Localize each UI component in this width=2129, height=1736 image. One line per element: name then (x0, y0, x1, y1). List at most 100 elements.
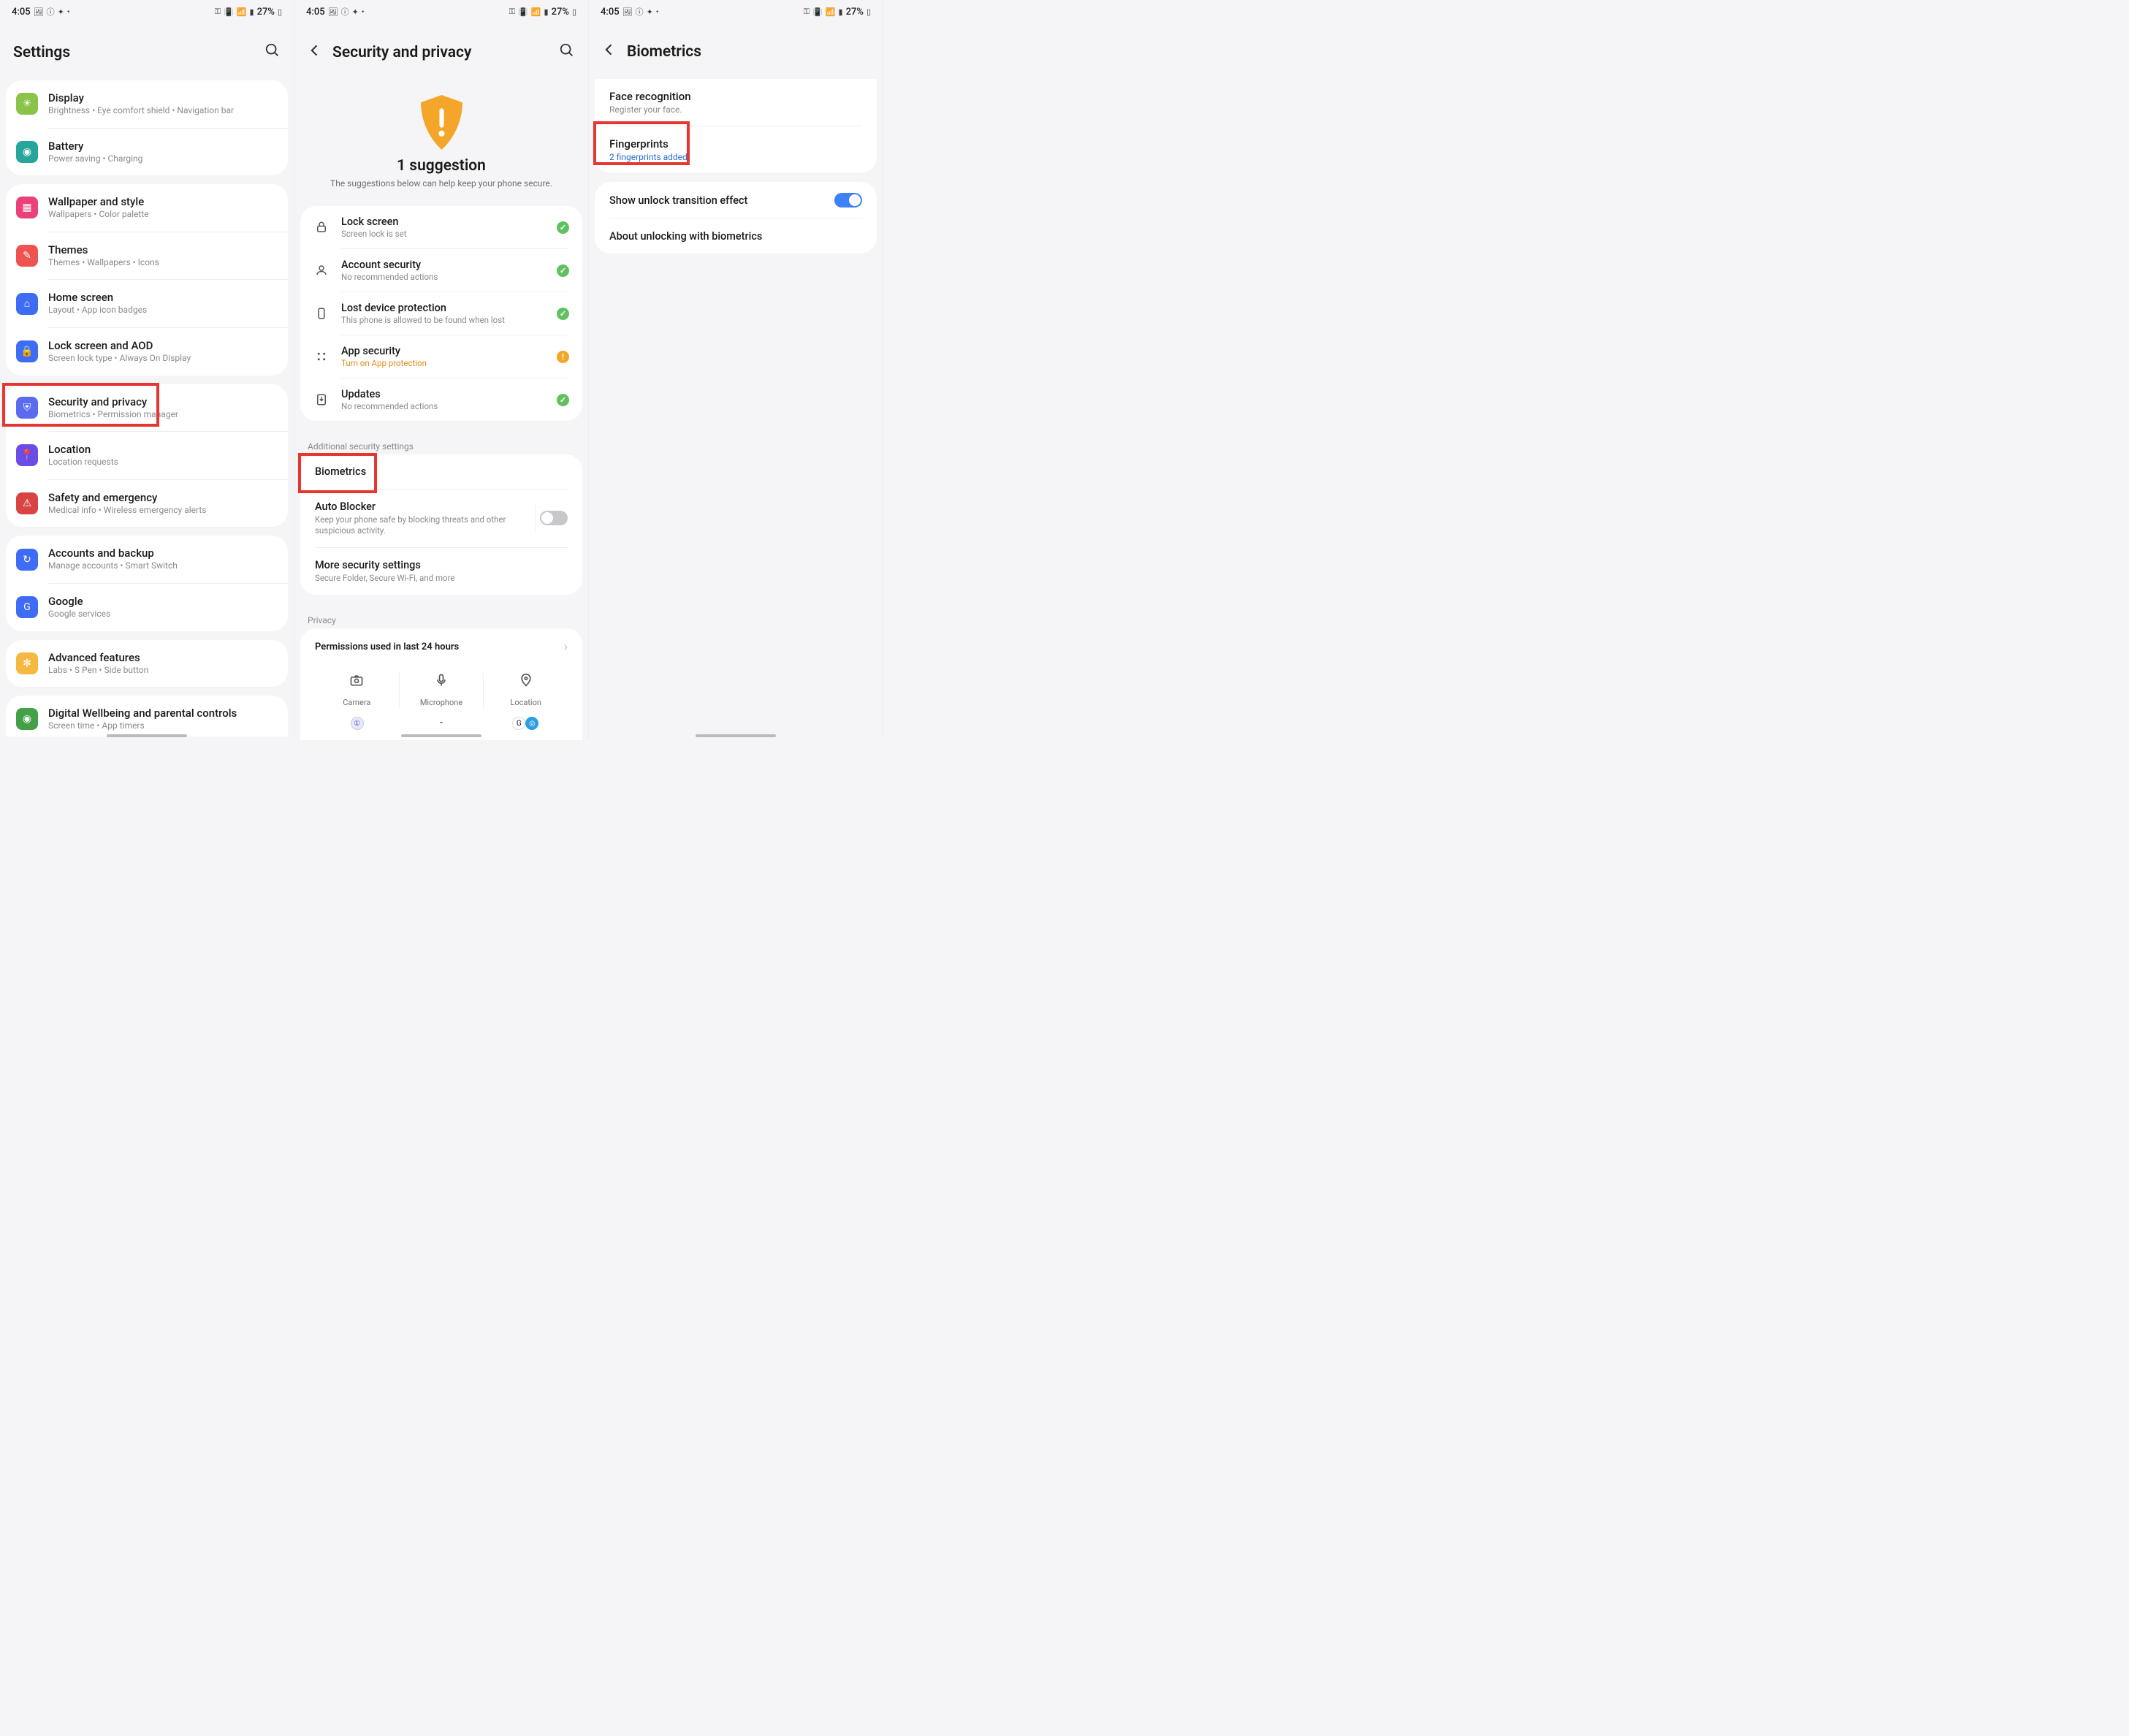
row-security-privacy[interactable]: ⛨ Security and privacyBiometrics • Permi… (6, 384, 288, 432)
screen-settings: 4:05 🖼 ⓘ ✦ • ⚿ 📳 📶 ▮ 27% ▯ Settings ☀ Di… (0, 0, 294, 740)
microphone-icon (400, 673, 484, 691)
additional-label: Additional security settings (294, 430, 588, 454)
status-bar: 4:05 🖼 ⓘ ✦ • ⚿ 📳 📶 ▮ 27% ▯ (294, 0, 588, 20)
emergency-icon: ⚠ (16, 492, 38, 514)
privacy-card: Permissions used in last 24 hours › Came… (300, 628, 582, 741)
gesture-bar[interactable] (107, 734, 187, 737)
search-icon[interactable] (264, 42, 281, 63)
transition-toggle[interactable] (834, 193, 862, 208)
app-camera-used[interactable]: ① (315, 717, 399, 731)
vibrate-icon: 📳 (224, 7, 234, 17)
status-ok-badge: ✓ (557, 264, 569, 277)
security-status-card: Lock screenScreen lock is set ✓ Account … (300, 206, 582, 421)
gesture-bar[interactable] (696, 734, 776, 737)
person-icon (313, 264, 330, 277)
perm-camera[interactable]: Camera (315, 673, 399, 708)
row-themes[interactable]: ✎ ThemesThemes • Wallpapers • Icons (6, 232, 288, 280)
row-homescreen[interactable]: ⌂ Home screenLayout • App icon badges (6, 280, 288, 327)
status-time: 4:05 (12, 7, 31, 18)
row-about-biometrics[interactable]: About unlocking with biometrics (595, 219, 877, 254)
settings-header: Settings (0, 20, 294, 80)
row-updates[interactable]: UpdatesNo recommended actions ✓ (300, 378, 582, 421)
battery-text: 27% (552, 7, 569, 18)
status-ok-badge: ✓ (557, 308, 569, 320)
backup-icon: ↻ (16, 549, 38, 571)
camera-icon (315, 673, 399, 691)
info-icon: ⓘ (47, 6, 55, 18)
search-icon[interactable] (559, 42, 575, 63)
row-advanced[interactable]: ✻ Advanced featuresLabs • S Pen • Side b… (6, 640, 288, 688)
status-time: 4:05 (306, 7, 325, 18)
row-safety[interactable]: ⚠ Safety and emergencyMedical info • Wir… (6, 480, 288, 528)
app-icon: ✦ (58, 7, 64, 17)
suggestion-subtitle: The suggestions below can help keep your… (309, 178, 574, 189)
perm-microphone[interactable]: Microphone (400, 673, 484, 708)
row-lock-screen[interactable]: Lock screenScreen lock is set ✓ (300, 206, 582, 248)
screen-biometrics: 4:05 🖼 ⓘ ✦ • ⚿ 📳 📶 ▮ 27% ▯ Biometrics Fa… (589, 0, 883, 740)
signal-icon: ▮ (250, 7, 254, 17)
biometrics-list: Face recognition Register your face. Fin… (595, 79, 877, 173)
vpn-icon: ⚿ (804, 7, 810, 17)
lock-icon: 🔒 (16, 340, 38, 362)
biometrics-options: Show unlock transition effect About unlo… (595, 182, 877, 254)
row-battery[interactable]: ◉ BatteryPower saving • Charging (6, 129, 288, 176)
row-account-security[interactable]: Account securityNo recommended actions ✓ (300, 249, 582, 292)
suggestion-block[interactable]: 1 suggestion The suggestions below can h… (294, 80, 588, 206)
more-icon: • (362, 7, 365, 17)
battery-text: 27% (846, 7, 864, 18)
row-transition-effect[interactable]: Show unlock transition effect (595, 182, 877, 218)
download-icon (313, 393, 330, 406)
row-biometrics[interactable]: Biometrics (300, 454, 582, 489)
signal-icon: ▮ (544, 7, 549, 17)
image-icon: 🖼 (622, 7, 633, 17)
auto-blocker-toggle[interactable] (540, 511, 568, 525)
suggestion-title: 1 suggestion (309, 157, 574, 175)
page-title: Biometrics (627, 43, 701, 61)
shield-icon: ⛨ (16, 397, 38, 419)
battery-icon: ▯ (278, 7, 282, 17)
image-icon: 🖼 (328, 7, 338, 17)
additional-card: Biometrics Auto BlockerKeep your phone s… (300, 454, 582, 595)
row-wellbeing[interactable]: ◉ Digital Wellbeing and parental control… (6, 696, 288, 736)
row-app-security[interactable]: App securityTurn on App protection ! (300, 335, 582, 378)
gesture-bar[interactable] (401, 734, 481, 737)
location-icon: 📍 (16, 444, 38, 466)
row-permissions[interactable]: Permissions used in last 24 hours › (300, 628, 582, 666)
row-auto-blocker[interactable]: Auto BlockerKeep your phone safe by bloc… (300, 490, 582, 547)
row-location[interactable]: 📍 LocationLocation requests (6, 432, 288, 479)
image-icon: 🖼 (34, 7, 44, 17)
group-display: ☀ DisplayBrightness • Eye comfort shield… (6, 80, 288, 175)
back-button[interactable] (602, 42, 617, 61)
row-face-recognition[interactable]: Face recognition Register your face. (595, 79, 877, 126)
app-location-used[interactable]: G◎ (484, 717, 568, 731)
phone-icon (313, 307, 330, 320)
back-button[interactable] (308, 43, 322, 62)
status-time: 4:05 (601, 7, 620, 18)
info-icon: ⓘ (341, 6, 349, 18)
group-wellbeing: ◉ Digital Wellbeing and parental control… (6, 696, 288, 736)
chevron-right-icon: › (564, 639, 568, 655)
group-appearance: ▦ Wallpaper and styleWallpapers • Color … (6, 184, 288, 375)
more-icon: • (67, 7, 70, 17)
group-advanced: ✻ Advanced featuresLabs • S Pen • Side b… (6, 640, 288, 688)
wifi-icon: 📶 (531, 7, 541, 17)
privacy-label: Privacy (294, 604, 588, 628)
row-lost-device[interactable]: Lost device protectionThis phone is allo… (300, 292, 582, 335)
padlock-icon (313, 221, 330, 234)
security-header: Security and privacy (294, 20, 588, 80)
row-fingerprints[interactable]: Fingerprints 2 fingerprints added (595, 126, 877, 173)
status-ok-badge: ✓ (557, 394, 569, 406)
row-display[interactable]: ☀ DisplayBrightness • Eye comfort shield… (6, 80, 288, 128)
wifi-icon: 📶 (237, 7, 247, 17)
more-icon: • (656, 7, 659, 17)
google-icon: G (16, 596, 38, 618)
row-wallpaper[interactable]: ▦ Wallpaper and styleWallpapers • Color … (6, 184, 288, 232)
vpn-icon: ⚿ (215, 7, 221, 17)
row-lockscreen[interactable]: 🔒 Lock screen and AODScreen lock type • … (6, 328, 288, 376)
perm-location[interactable]: Location (484, 673, 568, 708)
row-accounts[interactable]: ↻ Accounts and backupManage accounts • S… (6, 536, 288, 583)
vibrate-icon: 📳 (812, 7, 823, 17)
vibrate-icon: 📳 (518, 7, 528, 17)
row-google[interactable]: G GoogleGoogle services (6, 584, 288, 631)
row-more-security[interactable]: More security settingsSecure Folder, Sec… (300, 548, 582, 595)
